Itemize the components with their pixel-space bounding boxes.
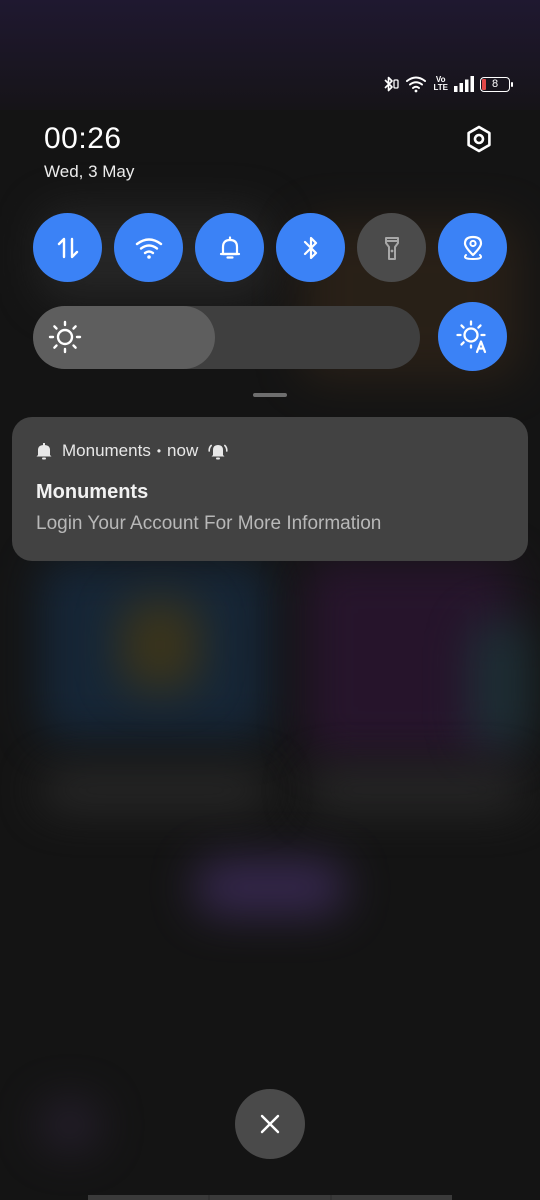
auto-brightness-icon [455,319,486,353]
tile-flashlight[interactable] [357,213,426,282]
settings-icon [467,125,491,153]
volte-icon: Vo LTE [433,75,448,92]
flashlight-icon [384,236,399,260]
notification-header: Monuments • now [36,441,228,461]
notification-app-name: Monuments [62,441,151,460]
separator-dot: • [156,444,162,458]
signal-icon [454,76,474,92]
notification-title: Monuments [36,481,149,503]
status-bar: Vo LTE 8 [381,72,513,96]
close-icon [260,1114,280,1134]
wifi-icon [135,237,162,259]
tile-location[interactable] [438,213,507,282]
tile-mobile-data[interactable] [33,213,102,282]
clear-notifications-button[interactable] [235,1089,305,1159]
notification-time: now [167,441,199,460]
bluetooth-icon [303,236,317,259]
quick-settings-tiles [33,213,507,282]
location-icon [463,235,482,260]
date: Wed, 3 May [44,162,135,181]
battery-level: 8 [491,78,499,90]
settings-button[interactable] [459,119,499,159]
bell-icon [36,443,52,460]
brightness-slider[interactable] [33,306,420,369]
battery-icon: 8 [480,76,513,92]
navigation-bar [88,1195,452,1200]
bell-icon [219,235,240,259]
bluetooth-icon [384,76,400,92]
wifi-icon [406,76,427,93]
drag-handle[interactable] [253,393,287,397]
tile-wifi[interactable] [114,213,183,282]
tile-bluetooth[interactable] [276,213,345,282]
auto-brightness-button[interactable] [438,302,507,371]
notification-body: Login Your Account For More Information [36,513,382,534]
alarm-bell-icon [208,444,228,460]
brightness-icon [48,320,82,354]
data-arrows-icon [57,237,78,258]
tile-sound[interactable] [195,213,264,282]
notification-card[interactable]: Monuments • now Monuments Login Your Acc… [12,417,528,561]
clock: 00:26 [44,122,122,155]
